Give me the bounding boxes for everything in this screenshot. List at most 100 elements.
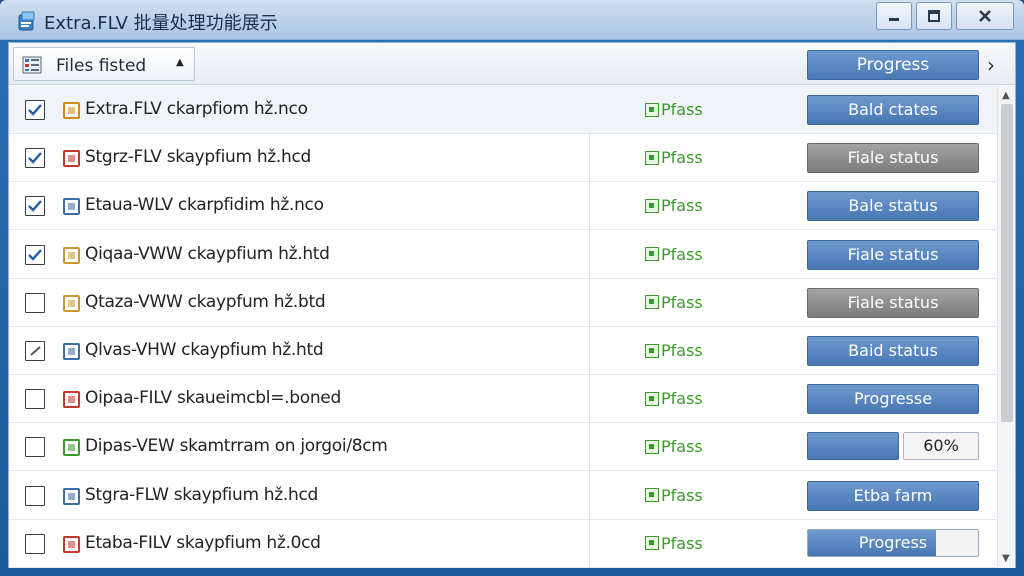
row-checkbox[interactable]: [25, 148, 45, 169]
file-row[interactable]: Oipaa-FILV skaueimcbl=.boned Pfass Progres…: [9, 375, 997, 424]
row-checkbox[interactable]: [25, 196, 45, 217]
row-action-button[interactable]: Bale status: [807, 191, 979, 222]
row-action-button[interactable]: Progresse: [807, 384, 979, 415]
status-badge: Pfass: [645, 437, 703, 456]
row-action-button[interactable]: Fiale status: [807, 143, 979, 174]
status-badge: Pfass: [645, 100, 703, 119]
row-action-button[interactable]: Fiale status: [807, 239, 979, 270]
maximize-icon: [928, 10, 940, 22]
title-bar[interactable]: Extra.FLV 批量处理功能展示: [0, 0, 1024, 40]
status-label: Pfass: [661, 533, 703, 553]
row-action-button[interactable]: Bald ctates: [807, 95, 979, 125]
file-rows: Extra.FLV ckarpfiom hž.nco Pfass Bald ctat…: [9, 86, 997, 568]
pass-status-icon: [645, 488, 659, 503]
status-label: Pfass: [661, 148, 703, 168]
file-list-panel: Files fisted ▲ Progress › Extra.FLV ckar…: [8, 42, 1016, 568]
file-row[interactable]: Dipas-VEW skamtrram on jorgoi/8cm Pfass 60…: [9, 423, 997, 472]
pass-status-icon: [645, 198, 659, 213]
file-name: Dipas-VEW skamtrram on jorgoi/8cm: [85, 436, 388, 457]
row-checkbox[interactable]: [25, 341, 45, 361]
status-label: Pfass: [661, 341, 703, 360]
status-badge: Pfass: [645, 245, 703, 264]
status-badge: Pfass: [645, 486, 703, 505]
file-name: Stgra-FLW skaypfium hž.hcd: [85, 484, 319, 505]
pass-status-icon: [645, 343, 659, 358]
row-checkbox[interactable]: [25, 389, 45, 410]
file-row[interactable]: Extra.FLV ckarpfiom hž.nco Pfass Bald ctat…: [9, 86, 997, 134]
chevron-right-icon[interactable]: ›: [987, 53, 995, 77]
pass-status-icon: [645, 391, 659, 406]
file-name: Qiqaa-VWW ckaypfium hž.htd: [85, 243, 330, 264]
row-checkbox[interactable]: [25, 533, 45, 554]
file-icon: [63, 246, 80, 264]
file-icon: [63, 198, 80, 216]
file-name: Extra.FLV ckarpfiom hž.nco: [85, 99, 308, 119]
close-button[interactable]: [956, 2, 1014, 30]
files-header-label: Files fisted: [56, 56, 147, 76]
window-title: Extra.FLV 批量处理功能展示: [44, 13, 278, 34]
progress-column-header[interactable]: Progress: [807, 50, 979, 80]
checkmark-icon: [28, 104, 42, 116]
file-name: Qlvas-VHW ckaypfium hž.htd: [85, 340, 324, 360]
row-action-button[interactable]: Fiale status: [807, 287, 979, 318]
status-badge: Pfass: [645, 534, 703, 553]
close-icon: [979, 10, 991, 22]
files-column-header[interactable]: Files fisted ▲: [13, 47, 195, 81]
row-checkbox[interactable]: [25, 485, 45, 506]
file-list-icon: [22, 56, 42, 74]
checkmark-icon: [28, 200, 42, 213]
minimize-button[interactable]: [876, 2, 912, 30]
pass-status-icon: [645, 247, 659, 262]
row-action-button[interactable]: Etba farm: [807, 480, 979, 511]
file-icon: [63, 343, 80, 360]
status-badge: Pfass: [645, 389, 703, 408]
status-badge: Pfass: [645, 148, 703, 167]
file-row[interactable]: Qlvas-VHW ckaypfium hž.htd Pfass Baid stat…: [9, 327, 997, 375]
status-badge: Pfass: [645, 196, 703, 215]
app-icon: [18, 11, 35, 31]
file-icon: [63, 102, 80, 119]
partial-check-icon: [30, 346, 41, 356]
row-checkbox[interactable]: [25, 244, 45, 265]
file-icon: [63, 391, 80, 409]
checkmark-icon: [28, 152, 42, 164]
file-row[interactable]: Qiqaa-VWW ckaypfium hž.htd Pfass Fiale sta…: [9, 231, 997, 279]
file-row[interactable]: Etaba-FILV skaypfium hž.0cd Pfass Progress: [9, 520, 997, 568]
vertical-scrollbar[interactable]: ▲ ▼: [997, 86, 1015, 568]
scroll-up-icon[interactable]: ▲: [1002, 90, 1010, 101]
row-checkbox[interactable]: [25, 437, 45, 458]
minimize-icon: [889, 18, 899, 21]
list-header: Files fisted ▲ Progress ›: [9, 43, 1015, 85]
file-name: Etaua-WLV ckarpfidim hž.nco: [85, 195, 324, 216]
row-checkbox[interactable]: [25, 292, 45, 313]
pass-status-icon: [645, 295, 659, 310]
file-icon: [63, 487, 80, 505]
pass-status-icon: [645, 150, 659, 165]
file-row[interactable]: Qtaza-VWW ckaypfum hž.btd Pfass Fiale stat…: [9, 279, 997, 327]
app-window: Extra.FLV 批量处理功能展示 Files fisted ▲ Progre…: [0, 0, 1024, 576]
pass-status-icon: [645, 536, 659, 551]
file-row[interactable]: Stgra-FLW skaypfium hž.hcd Pfass Etba farm: [9, 472, 997, 520]
file-row[interactable]: Etaua-WLV ckarpfidim hž.nco Pfass Bale sta…: [9, 182, 997, 231]
scrollbar-thumb[interactable]: [1001, 104, 1013, 422]
file-icon: [63, 535, 80, 553]
file-name: Stgrz-FLV skaypfium hž.hcd: [85, 147, 312, 168]
row-progress-indicator: 60%: [807, 432, 979, 461]
scroll-down-icon[interactable]: ▼: [1002, 553, 1010, 564]
status-badge: Pfass: [645, 341, 703, 360]
status-label: Pfass: [661, 437, 703, 457]
file-icon: [63, 439, 80, 457]
pass-status-icon: [645, 102, 659, 117]
file-icon: [63, 294, 80, 312]
maximize-button[interactable]: [916, 2, 952, 30]
checkmark-icon: [28, 248, 42, 261]
sort-arrow-icon[interactable]: ▲: [176, 57, 184, 68]
progress-percent: 60%: [903, 432, 979, 461]
row-checkbox[interactable]: [25, 100, 45, 120]
progress-label: Progress: [858, 532, 928, 552]
file-row[interactable]: Stgrz-FLV skaypfium hž.hcd Pfass Fiale sta…: [9, 134, 997, 183]
file-name: Qtaza-VWW ckaypfum hž.btd: [85, 291, 326, 312]
row-action-button[interactable]: Baid status: [807, 336, 979, 366]
progress-fill: [807, 432, 899, 461]
file-icon: [63, 150, 80, 168]
